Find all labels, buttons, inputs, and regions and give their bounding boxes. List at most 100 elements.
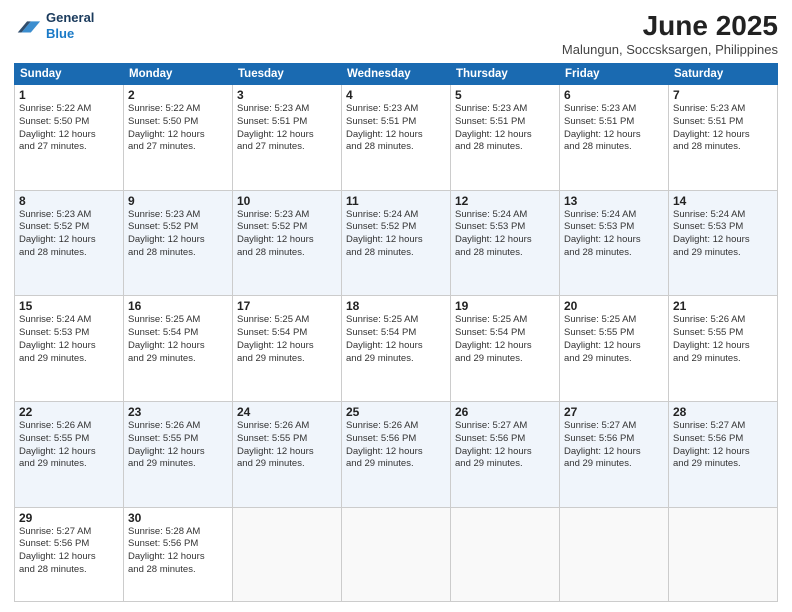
day-number: 29: [19, 511, 119, 525]
day-info: Sunrise: 5:23 AM Sunset: 5:51 PM Dayligh…: [673, 103, 773, 154]
week-row-1: 1Sunrise: 5:22 AM Sunset: 5:50 PM Daylig…: [15, 85, 778, 191]
day-info: Sunrise: 5:23 AM Sunset: 5:51 PM Dayligh…: [346, 103, 446, 154]
table-row: [669, 507, 778, 601]
table-row: 24Sunrise: 5:26 AM Sunset: 5:55 PM Dayli…: [233, 401, 342, 507]
table-row: 17Sunrise: 5:25 AM Sunset: 5:54 PM Dayli…: [233, 296, 342, 402]
day-number: 7: [673, 88, 773, 102]
day-info: Sunrise: 5:26 AM Sunset: 5:55 PM Dayligh…: [237, 420, 337, 471]
table-row: 4Sunrise: 5:23 AM Sunset: 5:51 PM Daylig…: [342, 85, 451, 191]
week-row-2: 8Sunrise: 5:23 AM Sunset: 5:52 PM Daylig…: [15, 190, 778, 296]
day-info: Sunrise: 5:25 AM Sunset: 5:54 PM Dayligh…: [346, 314, 446, 365]
day-number: 12: [455, 194, 555, 208]
table-row: 12Sunrise: 5:24 AM Sunset: 5:53 PM Dayli…: [451, 190, 560, 296]
day-number: 22: [19, 405, 119, 419]
day-info: Sunrise: 5:25 AM Sunset: 5:54 PM Dayligh…: [128, 314, 228, 365]
day-info: Sunrise: 5:25 AM Sunset: 5:54 PM Dayligh…: [237, 314, 337, 365]
day-number: 6: [564, 88, 664, 102]
table-row: 6Sunrise: 5:23 AM Sunset: 5:51 PM Daylig…: [560, 85, 669, 191]
day-number: 16: [128, 299, 228, 313]
day-number: 25: [346, 405, 446, 419]
week-row-4: 22Sunrise: 5:26 AM Sunset: 5:55 PM Dayli…: [15, 401, 778, 507]
table-row: [451, 507, 560, 601]
day-info: Sunrise: 5:22 AM Sunset: 5:50 PM Dayligh…: [19, 103, 119, 154]
title-block: June 2025 Malungun, Soccsksargen, Philip…: [562, 10, 778, 57]
day-number: 26: [455, 405, 555, 419]
day-number: 21: [673, 299, 773, 313]
day-info: Sunrise: 5:27 AM Sunset: 5:56 PM Dayligh…: [19, 526, 119, 577]
table-row: 13Sunrise: 5:24 AM Sunset: 5:53 PM Dayli…: [560, 190, 669, 296]
day-number: 27: [564, 405, 664, 419]
col-wednesday: Wednesday: [342, 64, 451, 85]
day-number: 17: [237, 299, 337, 313]
day-number: 11: [346, 194, 446, 208]
day-info: Sunrise: 5:23 AM Sunset: 5:51 PM Dayligh…: [564, 103, 664, 154]
day-info: Sunrise: 5:23 AM Sunset: 5:52 PM Dayligh…: [237, 209, 337, 260]
table-row: 20Sunrise: 5:25 AM Sunset: 5:55 PM Dayli…: [560, 296, 669, 402]
month-title: June 2025: [562, 10, 778, 42]
table-row: 19Sunrise: 5:25 AM Sunset: 5:54 PM Dayli…: [451, 296, 560, 402]
day-number: 23: [128, 405, 228, 419]
table-row: 3Sunrise: 5:23 AM Sunset: 5:51 PM Daylig…: [233, 85, 342, 191]
table-row: 16Sunrise: 5:25 AM Sunset: 5:54 PM Dayli…: [124, 296, 233, 402]
table-row: 14Sunrise: 5:24 AM Sunset: 5:53 PM Dayli…: [669, 190, 778, 296]
day-info: Sunrise: 5:24 AM Sunset: 5:53 PM Dayligh…: [564, 209, 664, 260]
day-number: 24: [237, 405, 337, 419]
col-thursday: Thursday: [451, 64, 560, 85]
logo: General Blue: [14, 10, 94, 41]
table-row: 21Sunrise: 5:26 AM Sunset: 5:55 PM Dayli…: [669, 296, 778, 402]
logo-icon: [14, 12, 42, 40]
day-info: Sunrise: 5:26 AM Sunset: 5:55 PM Dayligh…: [128, 420, 228, 471]
table-row: 25Sunrise: 5:26 AM Sunset: 5:56 PM Dayli…: [342, 401, 451, 507]
day-info: Sunrise: 5:26 AM Sunset: 5:55 PM Dayligh…: [19, 420, 119, 471]
day-info: Sunrise: 5:22 AM Sunset: 5:50 PM Dayligh…: [128, 103, 228, 154]
day-number: 28: [673, 405, 773, 419]
day-info: Sunrise: 5:26 AM Sunset: 5:55 PM Dayligh…: [673, 314, 773, 365]
day-info: Sunrise: 5:23 AM Sunset: 5:51 PM Dayligh…: [237, 103, 337, 154]
week-row-3: 15Sunrise: 5:24 AM Sunset: 5:53 PM Dayli…: [15, 296, 778, 402]
day-info: Sunrise: 5:24 AM Sunset: 5:52 PM Dayligh…: [346, 209, 446, 260]
day-number: 9: [128, 194, 228, 208]
day-info: Sunrise: 5:23 AM Sunset: 5:52 PM Dayligh…: [19, 209, 119, 260]
day-info: Sunrise: 5:24 AM Sunset: 5:53 PM Dayligh…: [455, 209, 555, 260]
day-number: 18: [346, 299, 446, 313]
col-saturday: Saturday: [669, 64, 778, 85]
table-row: 27Sunrise: 5:27 AM Sunset: 5:56 PM Dayli…: [560, 401, 669, 507]
day-info: Sunrise: 5:26 AM Sunset: 5:56 PM Dayligh…: [346, 420, 446, 471]
day-number: 15: [19, 299, 119, 313]
table-row: 30Sunrise: 5:28 AM Sunset: 5:56 PM Dayli…: [124, 507, 233, 601]
table-row: 2Sunrise: 5:22 AM Sunset: 5:50 PM Daylig…: [124, 85, 233, 191]
logo-text: General Blue: [46, 10, 94, 41]
day-info: Sunrise: 5:28 AM Sunset: 5:56 PM Dayligh…: [128, 526, 228, 577]
calendar-page: General Blue June 2025 Malungun, Soccsks…: [0, 0, 792, 612]
table-row: 10Sunrise: 5:23 AM Sunset: 5:52 PM Dayli…: [233, 190, 342, 296]
day-number: 8: [19, 194, 119, 208]
table-row: 22Sunrise: 5:26 AM Sunset: 5:55 PM Dayli…: [15, 401, 124, 507]
table-row: 15Sunrise: 5:24 AM Sunset: 5:53 PM Dayli…: [15, 296, 124, 402]
day-info: Sunrise: 5:27 AM Sunset: 5:56 PM Dayligh…: [564, 420, 664, 471]
location-title: Malungun, Soccsksargen, Philippines: [562, 42, 778, 57]
table-row: 1Sunrise: 5:22 AM Sunset: 5:50 PM Daylig…: [15, 85, 124, 191]
table-row: 29Sunrise: 5:27 AM Sunset: 5:56 PM Dayli…: [15, 507, 124, 601]
table-row: [560, 507, 669, 601]
day-info: Sunrise: 5:27 AM Sunset: 5:56 PM Dayligh…: [455, 420, 555, 471]
day-number: 3: [237, 88, 337, 102]
day-number: 1: [19, 88, 119, 102]
day-number: 4: [346, 88, 446, 102]
table-row: 11Sunrise: 5:24 AM Sunset: 5:52 PM Dayli…: [342, 190, 451, 296]
col-friday: Friday: [560, 64, 669, 85]
table-row: 8Sunrise: 5:23 AM Sunset: 5:52 PM Daylig…: [15, 190, 124, 296]
day-number: 5: [455, 88, 555, 102]
table-row: 28Sunrise: 5:27 AM Sunset: 5:56 PM Dayli…: [669, 401, 778, 507]
day-info: Sunrise: 5:25 AM Sunset: 5:55 PM Dayligh…: [564, 314, 664, 365]
table-row: 9Sunrise: 5:23 AM Sunset: 5:52 PM Daylig…: [124, 190, 233, 296]
table-row: 7Sunrise: 5:23 AM Sunset: 5:51 PM Daylig…: [669, 85, 778, 191]
col-tuesday: Tuesday: [233, 64, 342, 85]
day-number: 19: [455, 299, 555, 313]
table-row: 23Sunrise: 5:26 AM Sunset: 5:55 PM Dayli…: [124, 401, 233, 507]
day-info: Sunrise: 5:25 AM Sunset: 5:54 PM Dayligh…: [455, 314, 555, 365]
calendar-table: Sunday Monday Tuesday Wednesday Thursday…: [14, 63, 778, 602]
day-info: Sunrise: 5:23 AM Sunset: 5:51 PM Dayligh…: [455, 103, 555, 154]
table-row: [233, 507, 342, 601]
col-sunday: Sunday: [15, 64, 124, 85]
day-info: Sunrise: 5:27 AM Sunset: 5:56 PM Dayligh…: [673, 420, 773, 471]
